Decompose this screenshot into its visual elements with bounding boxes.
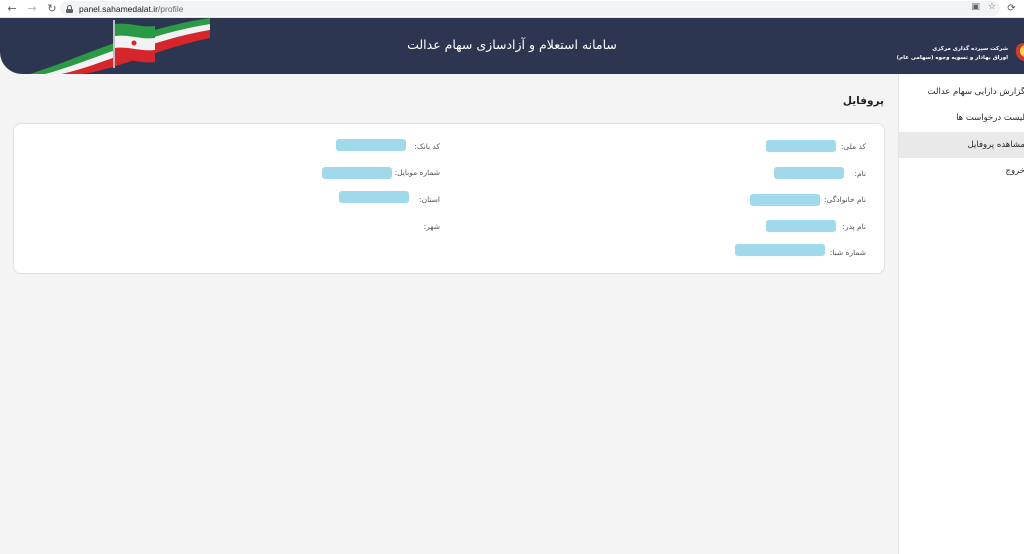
field-label-father-name: نام پدر: [842, 222, 866, 231]
sidebar-item-requests-list[interactable]: لیست درخواست ها [899, 105, 1024, 131]
page-title: پروفایل [842, 95, 884, 107]
url-text: panel.sahamedalat.ir/profile [79, 3, 184, 14]
site-header: سامانه استعلام و آزادسازی سهام عدالت شرک… [0, 18, 1024, 74]
extension-icon[interactable]: ⟳ [1005, 2, 1018, 15]
forward-icon[interactable]: → [24, 1, 40, 17]
field-value-mobile-number [322, 167, 392, 179]
translate-icon[interactable]: ▣ [971, 2, 980, 12]
field-label-last-name: نام خانوادگی: [823, 195, 866, 204]
profile-card: کد ملی: نام: نام خانوادگی: نام پدر: شمار… [13, 123, 885, 274]
field-label-first-name: نام: [854, 169, 866, 178]
reload-icon[interactable]: ↻ [44, 1, 60, 17]
company-logo[interactable]: شرکت سپرده گذاری مرکزی اوراق بهادار و تس… [897, 26, 1024, 66]
sidebar-item-view-profile[interactable]: مشاهده پروفایل [899, 132, 1024, 158]
back-icon[interactable]: ← [4, 1, 20, 17]
logo-text-line1: شرکت سپرده گذاری مرکزی [932, 46, 1008, 52]
sidebar: گزارش دارایی سهام عدالت لیست درخواست ها … [898, 74, 1024, 554]
field-value-father-name [766, 220, 836, 232]
field-value-bank-code [336, 139, 406, 151]
field-value-first-name [774, 167, 844, 179]
header-title: سامانه استعلام و آزادسازی سهام عدالت [407, 37, 617, 52]
sidebar-item-asset-report[interactable]: گزارش دارایی سهام عدالت [899, 79, 1024, 105]
field-value-sheba-number [735, 244, 825, 256]
address-bar[interactable]: panel.sahamedalat.ir/profile ▣ ☆ [60, 1, 1000, 16]
field-value-last-name [750, 194, 820, 206]
field-label-province: استان: [419, 195, 440, 204]
field-value-province [339, 191, 409, 203]
browser-toolbar: ← → ↻ panel.sahamedalat.ir/profile ▣ ☆ ⟳ [0, 0, 1024, 18]
field-label-mobile-number: شماره موبایل: [394, 168, 440, 177]
lock-icon [66, 4, 73, 13]
field-value-national-code [766, 140, 836, 152]
logo-text-line2: اوراق بهادار و تسویه وجوه (سهامی عام) [896, 55, 1008, 61]
field-label-city: شهر: [423, 222, 440, 231]
field-label-bank-code: کد بانک: [414, 142, 440, 151]
field-label-national-code: کد ملی: [840, 142, 866, 151]
logo-emblem-icon [1014, 43, 1024, 63]
field-label-sheba-number: شماره شبا: [829, 248, 866, 257]
sidebar-item-logout[interactable]: خروج [899, 158, 1024, 184]
bookmark-star-icon[interactable]: ☆ [988, 2, 996, 12]
